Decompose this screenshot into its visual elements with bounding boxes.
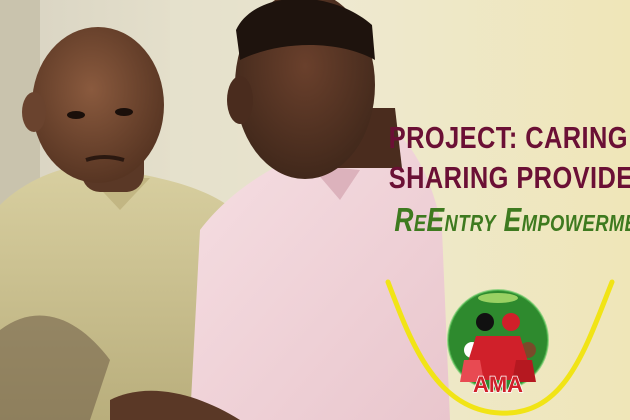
family-circle-logo-icon: AMA bbox=[385, 279, 615, 416]
logo-head-red bbox=[502, 313, 520, 331]
logo-head-black bbox=[476, 313, 494, 331]
headline-subtitle: ReEntry Empowerment bbox=[394, 201, 630, 238]
headline-line-2: SHARING PROVIDES: bbox=[388, 160, 630, 195]
logo-text: AMA bbox=[473, 372, 523, 397]
headline: PROJECT: CARING AND SHARING PROVIDES: Re… bbox=[338, 118, 630, 242]
headline-line-1: PROJECT: CARING AND bbox=[388, 120, 630, 155]
banner: PROJECT: CARING AND SHARING PROVIDES: Re… bbox=[0, 0, 630, 420]
